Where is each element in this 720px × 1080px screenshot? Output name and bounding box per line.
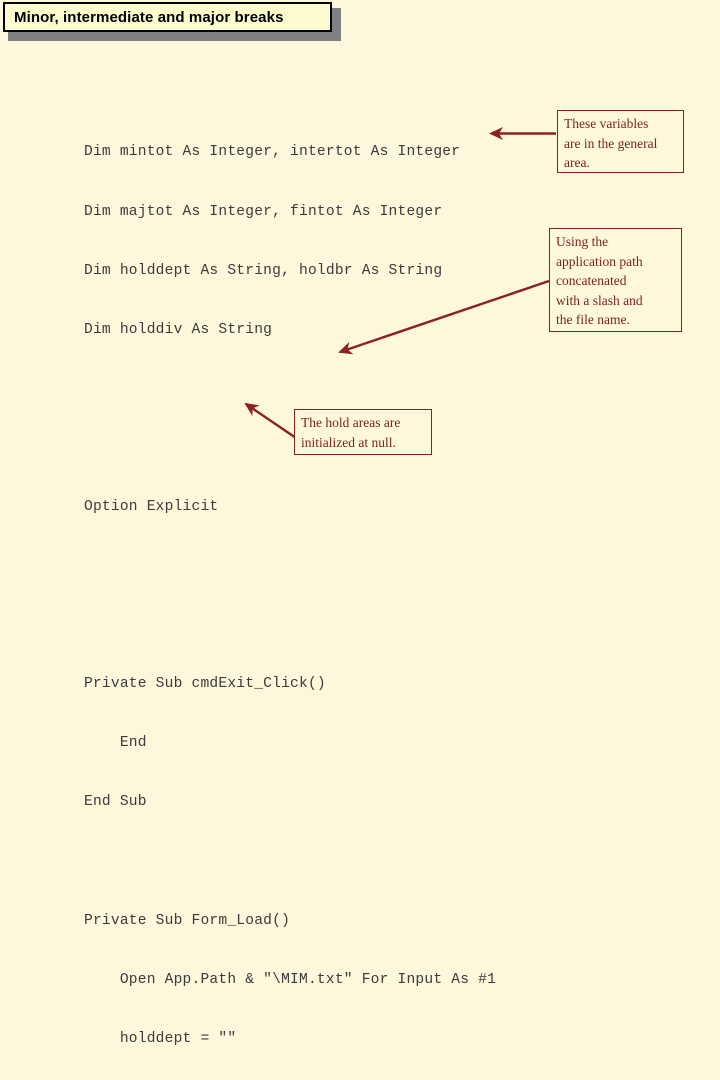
title-box: Minor, intermediate and major breaks xyxy=(3,2,332,32)
code-line: End xyxy=(84,735,147,752)
callout-line: initialized at null. xyxy=(301,434,396,450)
callout-line: are in the general xyxy=(564,135,658,151)
code-line: Dim mintot As Integer, intertot As Integ… xyxy=(84,144,461,161)
callout-line: area. xyxy=(564,155,590,171)
callout-line: application path xyxy=(556,253,643,269)
code-block: Dim mintot As Integer, intertot As Integ… xyxy=(84,104,496,1080)
callout-line: the file name. xyxy=(556,312,630,328)
code-line: Open App.Path & "\MIM.txt" For Input As … xyxy=(84,971,497,988)
code-line: holddept = "" xyxy=(84,1030,237,1047)
callout-line: These variables xyxy=(564,116,649,131)
code-line: Private Sub Form_Load() xyxy=(84,912,291,929)
slide-canvas: Minor, intermediate and major breaks Dim… xyxy=(0,0,720,1047)
callout-line: concatenated xyxy=(556,273,627,289)
code-line: Dim majtot As Integer, fintot As Integer xyxy=(84,203,443,220)
callout-hold-areas: The hold areas are initialized at null. xyxy=(294,409,432,455)
callout-line: Using the xyxy=(556,234,609,249)
page-title: Minor, intermediate and major breaks xyxy=(14,8,284,26)
callout-general-variables: These variables are in the general area. xyxy=(557,110,684,173)
code-line: Dim holddiv As String xyxy=(84,321,273,338)
callout-line: The hold areas are xyxy=(301,415,401,430)
code-line: End Sub xyxy=(84,794,147,811)
code-line: Option Explicit xyxy=(84,498,219,515)
code-line: Private Sub cmdExit_Click() xyxy=(84,676,326,693)
code-line: Dim holddept As String, holdbr As String xyxy=(84,262,443,279)
callout-line: with a slash and xyxy=(556,292,643,308)
callout-application-path: Using the application path concatenated … xyxy=(549,228,682,332)
